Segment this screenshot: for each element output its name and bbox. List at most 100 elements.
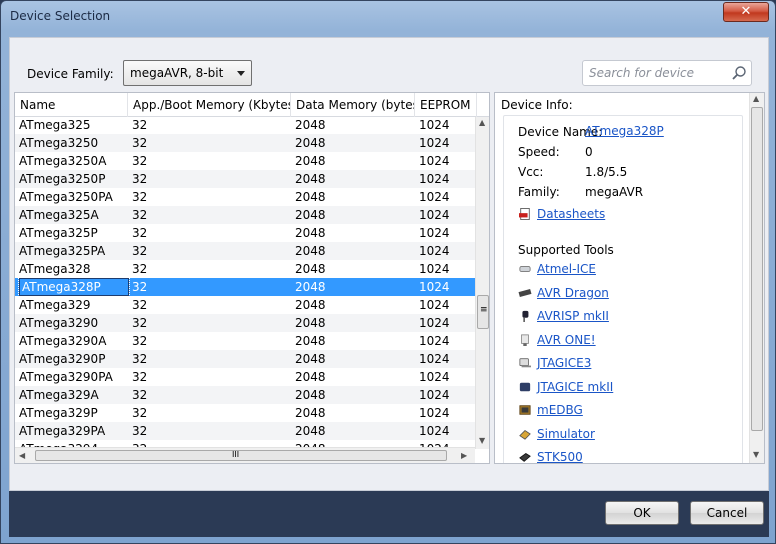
table-row[interactable]: ATmega3250P 32 2048 1024 (15, 170, 475, 188)
table-row[interactable]: ATmega329 32 2048 1024 (15, 296, 475, 314)
cell-name: ATmega3290 (19, 316, 99, 330)
device-info-box: Device Name: ATmega328P Speed: 0 Vcc: 1.… (503, 115, 743, 463)
table-row[interactable]: ATmega32943220481024 (15, 440, 475, 447)
vertical-scroll-thumb[interactable]: ≡ (477, 295, 489, 329)
cell-data-memory: 2048 (295, 244, 326, 258)
search-input[interactable]: Search for device (582, 60, 752, 86)
table-row[interactable]: ATmega3290P 32 2048 1024 (15, 350, 475, 368)
table-vertical-scrollbar[interactable]: ▲ ≡ ▼ (475, 117, 489, 449)
cell-data-memory: 2048 (295, 154, 326, 168)
table-row[interactable]: ATmega325 32 2048 1024 (15, 117, 475, 134)
avrisp-icon (522, 310, 529, 322)
table-row[interactable]: ATmega325PA 32 2048 1024 (15, 242, 475, 260)
close-button[interactable]: ✕ (723, 2, 769, 22)
cell-eeprom: 1024 (419, 370, 450, 384)
tool-link-label[interactable]: mEDBG (537, 403, 583, 417)
cell-eeprom: 1024 (419, 298, 450, 312)
cell-eeprom: 1024 (419, 118, 450, 132)
cell-data-memory: 2048 (295, 118, 326, 132)
table-row[interactable]: ATmega3250 32 2048 1024 (15, 134, 475, 152)
atmel-ice-icon (519, 266, 531, 272)
tool-link-label[interactable]: JTAGICE3 (537, 356, 591, 370)
title-bar[interactable]: Device Selection ✕ (1, 1, 775, 31)
scroll-left-arrow-icon[interactable]: ◀ (19, 452, 25, 460)
tool-link-label[interactable]: AVRISP mkII (537, 309, 609, 323)
tool-link-label[interactable]: AVR Dragon (537, 286, 609, 300)
cell-data-memory: 2048 (295, 226, 326, 240)
window-title: Device Selection (10, 9, 111, 23)
table-row[interactable]: ATmega3250A 32 2048 1024 (15, 152, 475, 170)
column-header-eeprom[interactable]: EEPROM (415, 93, 477, 117)
table-row[interactable]: ATmega329A 32 2048 1024 (15, 386, 475, 404)
cell-name: ATmega325PA (19, 244, 106, 258)
device-family-value: megaAVR, 8-bit (130, 66, 224, 80)
table-row[interactable]: ATmega328 32 2048 1024 (15, 260, 475, 278)
cell-data-memory: 2048 (295, 388, 326, 402)
tool-link-label[interactable]: AVR ONE! (537, 333, 596, 347)
column-header-data-memory[interactable]: Data Memory (bytes) (291, 93, 415, 117)
cell-data-memory: 2048 (295, 298, 326, 312)
cell-data-memory: 2048 (295, 352, 326, 366)
avr-dragon-icon (518, 288, 532, 297)
cancel-button[interactable]: Cancel (690, 501, 764, 525)
cell-name: ATmega329 (19, 298, 91, 312)
scroll-up-arrow-icon[interactable]: ▲ (479, 119, 485, 127)
table-row[interactable]: ATmega329PA 32 2048 1024 (15, 422, 475, 440)
tool-link-label[interactable]: STK500 (537, 450, 583, 463)
info-vertical-scrollbar[interactable]: ▲ ▼ (749, 93, 764, 463)
table-row[interactable]: ATmega3250PA 32 2048 1024 (15, 188, 475, 206)
cell-eeprom: 1024 (419, 244, 450, 258)
pdf-icon (519, 208, 530, 220)
family-label: Family: (518, 185, 560, 199)
dialog-body: Device Family: megaAVR, 8-bit Search for… (9, 37, 769, 537)
horizontal-scroll-thumb[interactable]: III (35, 450, 447, 461)
cell-data-memory: 2048 (295, 208, 326, 222)
cell-eeprom: 1024 (419, 352, 450, 366)
table-row[interactable]: ATmega3290A 32 2048 1024 (15, 332, 475, 350)
cell-name: ATmega329A (19, 388, 99, 402)
cell-name: ATmega3250A (19, 154, 107, 168)
cell-name: ATmega3250PA (19, 190, 113, 204)
scroll-grip-icon: III (232, 450, 240, 459)
table-horizontal-scrollbar[interactable]: ◀ III ▶ (15, 447, 475, 463)
cell-data-memory: 2048 (295, 370, 326, 384)
column-header-name[interactable]: Name (15, 93, 128, 117)
scroll-grip-icon: ≡ (480, 305, 488, 315)
scroll-up-arrow-icon[interactable]: ▲ (753, 95, 759, 103)
cell-app-boot-memory: 32 (132, 406, 148, 420)
device-info-title: Device Info: (501, 98, 573, 112)
table-row[interactable]: ATmega329P 32 2048 1024 (15, 404, 475, 422)
cell-app-boot-memory: 32 (132, 424, 148, 438)
info-scroll-thumb[interactable] (751, 107, 763, 431)
cell-eeprom: 1024 (419, 334, 450, 348)
cell-data-memory: 2048 (295, 280, 326, 294)
table-row[interactable]: ATmega325P 32 2048 1024 (15, 224, 475, 242)
dialog-footer: OK Cancel (9, 491, 769, 537)
ok-button[interactable]: OK (605, 501, 679, 525)
scroll-down-arrow-icon[interactable]: ▼ (479, 437, 485, 445)
cell-app-boot-memory: 32 (132, 154, 148, 168)
cell-app-boot-memory: 32 (132, 136, 148, 150)
cell-eeprom: 1024 (419, 208, 450, 222)
cell-app-boot-memory: 32 (132, 118, 148, 132)
tool-link-label[interactable]: JTAGICE mkII (537, 380, 613, 394)
table-row[interactable]: ATmega3290PA 32 2048 1024 (15, 368, 475, 386)
device-family-dropdown[interactable]: megaAVR, 8-bit (123, 60, 252, 86)
cell-name: ATmega329PA (19, 424, 106, 438)
tool-link-label[interactable]: Atmel-ICE (537, 262, 596, 276)
search-icon[interactable] (731, 65, 747, 81)
table-row[interactable]: ATmega328P 32 2048 1024 (15, 277, 475, 297)
column-header-app-boot-memory[interactable]: App./Boot Memory (Kbytes) (128, 93, 291, 117)
scroll-right-arrow-icon[interactable]: ▶ (461, 452, 467, 460)
cell-data-memory: 2048 (295, 190, 326, 204)
tool-link-label[interactable]: Simulator (537, 427, 595, 441)
datasheets-label[interactable]: Datasheets (537, 207, 605, 221)
scroll-down-arrow-icon[interactable]: ▼ (753, 451, 759, 459)
device-name-link[interactable]: ATmega328P (585, 124, 664, 138)
cell-app-boot-memory: 32 (132, 352, 148, 366)
cell-app-boot-memory: 32 (132, 262, 148, 276)
table-row[interactable]: ATmega3290 32 2048 1024 (15, 314, 475, 332)
device-table: Name App./Boot Memory (Kbytes) Data Memo… (14, 92, 490, 464)
table-row[interactable]: ATmega325A 32 2048 1024 (15, 206, 475, 224)
jtagice3-icon (519, 358, 531, 368)
